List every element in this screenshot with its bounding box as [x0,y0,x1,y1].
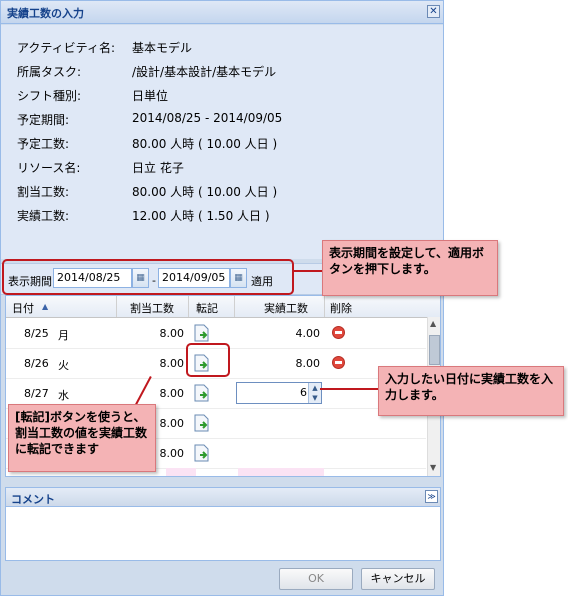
info-label: アクティビティ名: [17,41,116,55]
grid-header: 日付 ▲ 割当工数 転記 実績工数 削除 [6,296,440,318]
transfer-highlight [186,343,230,377]
row-assigned: 8.00 [159,447,185,460]
row-date: 8/27 [24,387,49,400]
info-label: 実績工数: [17,209,70,223]
info-label: 所属タスク: [17,65,82,79]
callout-period: 表示期間を設定して、適用ボタンを押下します。 [322,240,498,296]
actual-hours-value: 6 [300,386,307,399]
callout-connector [293,270,323,272]
info-value: 日立 花子 [132,161,184,175]
delete-icon[interactable] [332,326,345,339]
info-value: 基本モデル [132,41,193,55]
row-actual[interactable]: 8.00 [276,357,321,370]
info-value: /設計/基本設計/基本モデル [132,65,277,79]
info-value: 日単位 [132,89,169,103]
scroll-down-icon[interactable]: ▼ [430,463,436,472]
header-divider [188,296,189,317]
delete-icon[interactable] [332,356,345,369]
row-weekday: 火 [58,359,69,372]
actual-hours-input[interactable]: 6 ▲ ▼ [236,382,322,404]
header-assigned[interactable]: 割当工数 [130,300,174,316]
cancel-button[interactable]: キャンセル [361,568,435,590]
transfer-icon[interactable] [194,324,210,342]
info-value: 80.00 人時 ( 10.00 人日 ) [132,185,278,199]
info-value: 80.00 人時 ( 10.00 人日 ) [132,137,278,151]
callout-connector [320,388,380,390]
weekend-highlight [238,468,324,476]
row-assigned: 8.00 [159,357,185,370]
comment-title: コメント [11,493,55,506]
row-assigned: 8.00 [159,327,185,340]
info-value: 2014/08/25 - 2014/09/05 [132,111,283,125]
header-divider [234,296,235,317]
scroll-up-icon[interactable]: ▲ [430,319,436,328]
close-icon[interactable]: ✕ [427,5,440,18]
info-value: 12.00 人時 ( 1.50 人日 ) [132,209,270,223]
info-label: 予定工数: [17,137,70,151]
comment-textarea[interactable] [5,507,441,561]
row-date: 8/26 [24,357,49,370]
header-divider [116,296,117,317]
row-weekday: 水 [58,389,69,402]
row-assigned: 8.00 [159,417,185,430]
dialog-titlebar: 実績工数の入力 ✕ [1,1,443,24]
header-divider [324,296,325,317]
header-delete[interactable]: 削除 [330,300,352,316]
callout-actual: 入力したい日付に実績工数を入力します。 [378,366,564,416]
row-date: 8/25 [24,327,49,340]
row-assigned: 8.00 [159,387,185,400]
info-label: シフト種別: [17,89,82,103]
row-actual[interactable]: 4.00 [276,327,321,340]
scroll-thumb[interactable] [429,335,440,365]
sort-asc-icon: ▲ [42,302,49,311]
ok-button[interactable]: OK [279,568,353,590]
callout-transfer: [転記]ボタンを使うと、割当工数の値を実績工数に転記できます [8,404,156,472]
header-actual[interactable]: 実績工数 [264,300,308,316]
period-highlight [2,259,294,295]
header-transfer[interactable]: 転記 [196,300,218,316]
actual-hours-dialog: 実績工数の入力 ✕ アクティビティ名: 基本モデル 所属タスク: /設計/基本設… [0,0,444,596]
info-panel: アクティビティ名: 基本モデル 所属タスク: /設計/基本設計/基本モデル シフ… [1,25,443,259]
transfer-icon[interactable] [194,444,210,462]
info-label: 予定期間: [17,113,70,127]
transfer-icon[interactable] [194,384,210,402]
header-date[interactable]: 日付 [12,300,34,316]
collapse-icon[interactable]: ≫ [425,490,438,503]
row-weekday: 月 [58,329,69,342]
transfer-icon[interactable] [194,414,210,432]
comment-panel-header[interactable]: コメント ≫ [5,487,441,507]
weekend-highlight [166,468,196,476]
dialog-title: 実績工数の入力 [7,7,84,20]
info-label: リソース名: [17,161,81,175]
info-label: 割当工数: [17,185,70,199]
spinner-icon[interactable]: ▲ ▼ [308,383,321,403]
